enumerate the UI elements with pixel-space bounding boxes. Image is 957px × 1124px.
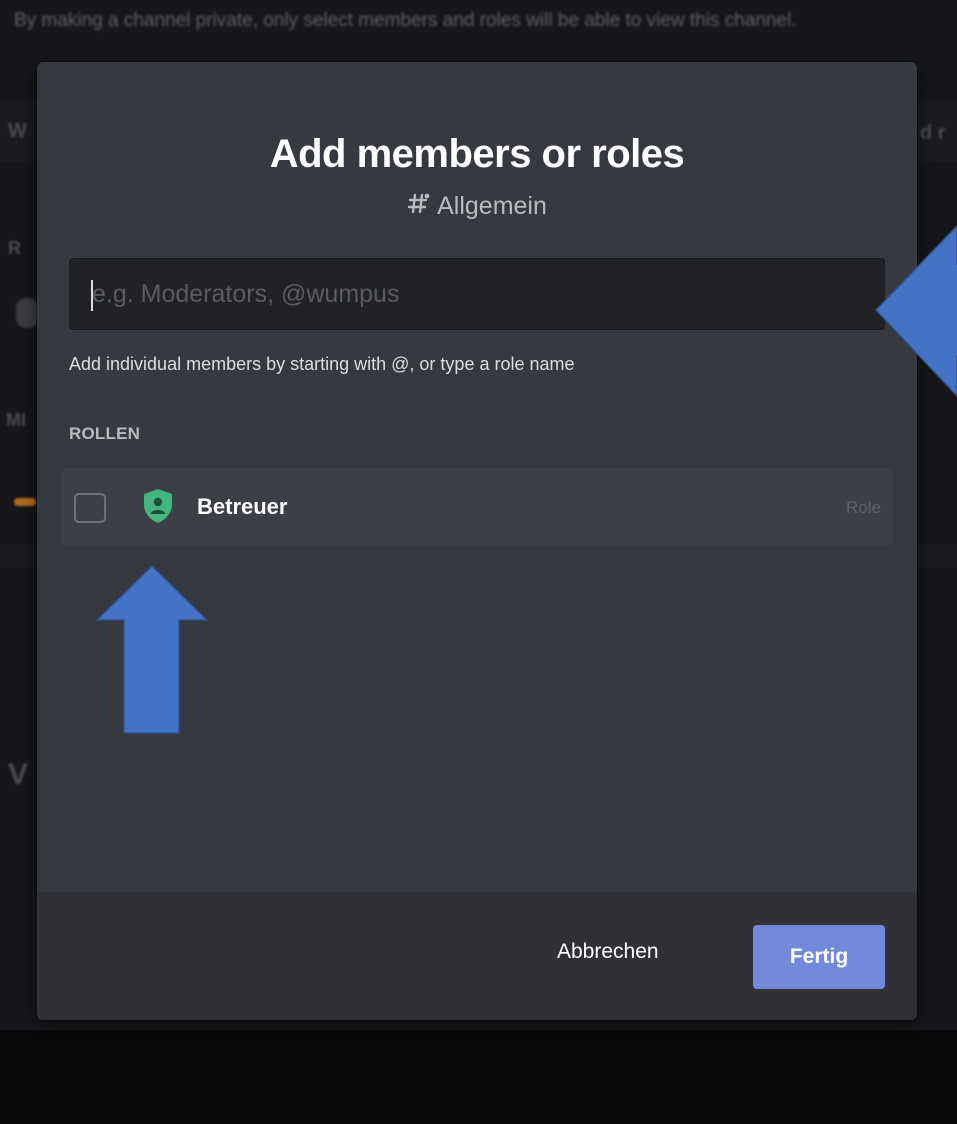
add-members-modal: Add members or roles Allgemein Add indiv… [37,62,917,1020]
roles-section-label: ROLLEN [69,424,141,443]
private-channel-notice: By making a channel private, only select… [14,10,797,31]
role-checkbox[interactable] [74,493,106,523]
search-field[interactable] [69,258,885,330]
arrow-up-icon [95,564,209,734]
background-fragment: V [8,758,29,791]
hash-icon [407,192,431,221]
modal-footer: Abbrechen Fertig [37,892,917,1020]
role-type-label: Role [846,498,881,517]
background-bottom [0,1030,957,1124]
search-input[interactable] [70,259,884,329]
cancel-button[interactable]: Abbrechen [557,940,659,964]
background-orange-mark [14,498,36,506]
arrow-left-icon [874,224,957,398]
search-hint: Add individual members by starting with … [69,354,575,374]
background-fragment: MI [6,410,26,430]
background-fragment: R [8,238,21,258]
done-button[interactable]: Fertig [753,925,885,989]
role-name: Betreuer [197,494,288,519]
background-fragment: d r [920,122,946,144]
background-shield-icon [16,298,38,328]
channel-label: Allgemein [37,192,917,221]
text-caret [91,280,93,311]
modal-title: Add members or roles [269,132,685,176]
role-row-betreuer[interactable]: Betreuer Role [61,468,893,546]
role-shield-icon [141,487,175,525]
channel-name: Allgemein [437,192,547,220]
background-fragment: W [8,120,27,142]
